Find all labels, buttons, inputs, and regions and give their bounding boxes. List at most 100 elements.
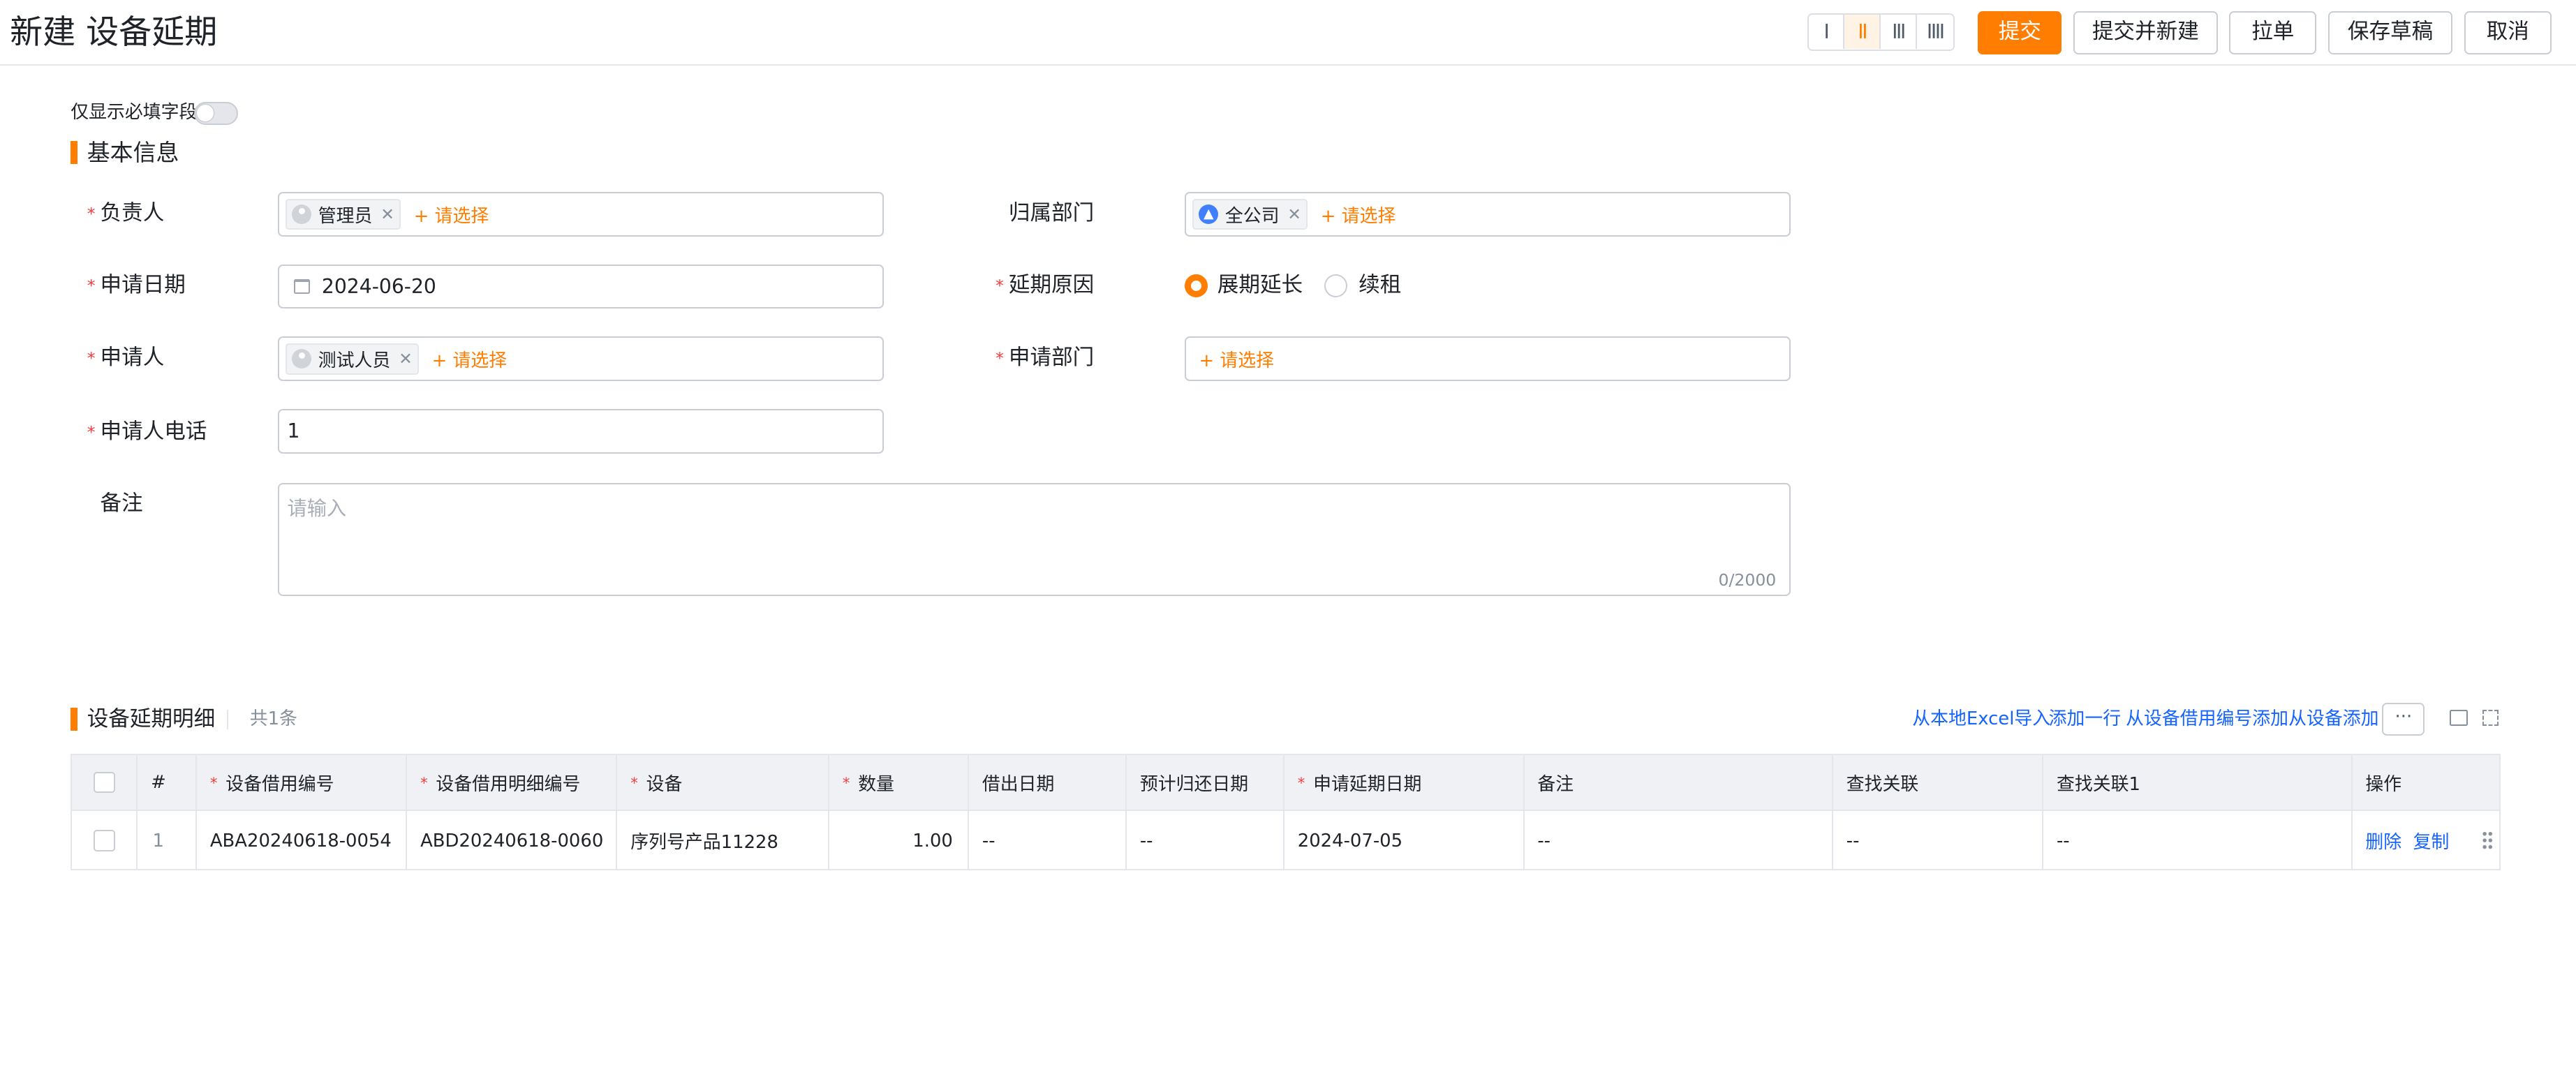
avatar-icon — [292, 349, 312, 369]
avatar-icon — [292, 204, 312, 225]
layout-2-column[interactable]: II — [1844, 14, 1881, 50]
col-detail-no: * 设备借用明细编号 — [407, 755, 618, 810]
toggle-knob — [197, 105, 214, 121]
row-select-cell — [72, 811, 138, 870]
required-mark: * — [87, 276, 96, 296]
col-lookup: 查找关联 — [1833, 755, 2044, 810]
apply-dept-add-link[interactable]: + 请选择 — [1199, 346, 1275, 372]
owner-tag-text: 管理员 — [318, 205, 373, 227]
close-icon[interactable]: ✕ — [399, 349, 413, 369]
remark-textarea[interactable]: 请输入 0/2000 — [277, 482, 1791, 597]
layout-3-column[interactable]: III — [1881, 14, 1917, 50]
owner-label: 负责人 — [100, 200, 165, 225]
col-borrow-no: * 设备借用编号 — [197, 755, 408, 810]
remark-placeholder: 请输入 — [287, 496, 347, 520]
applicant-field[interactable]: 测试人员 ✕ + 请选择 — [277, 336, 884, 381]
col-lookup1: 查找关联1 — [2043, 755, 2353, 810]
row-device[interactable]: 序列号产品11228 — [617, 811, 830, 870]
dept-label: 归属部门 — [1008, 200, 1095, 225]
layout-1-column[interactable]: I — [1809, 14, 1845, 50]
col-actions: 操作 — [2365, 773, 2402, 795]
detail-table: # * 设备借用编号 * 设备借用明细编号 * 设备 * 数量 借出日期 预计归还日期 … — [71, 754, 2501, 871]
remark-label: 备注 — [100, 491, 143, 516]
fullscreen-icon[interactable] — [2482, 709, 2499, 727]
reason-option-renew[interactable]: 续租 — [1359, 271, 1401, 300]
col-index: # — [138, 755, 198, 810]
section-accent-bar — [71, 141, 77, 165]
divider — [226, 709, 229, 729]
reason-label: 延期原因 — [1008, 273, 1095, 298]
dept-add-link[interactable]: + 请选择 — [1321, 202, 1396, 228]
apply-date-label: 申请日期 — [100, 273, 186, 298]
layout-4-column[interactable]: IIII — [1917, 15, 1953, 49]
applicant-label: 申请人 — [100, 345, 165, 370]
close-icon[interactable]: ✕ — [380, 204, 394, 224]
delete-row-link[interactable]: 删除 — [2365, 828, 2401, 854]
phone-field[interactable]: 1 — [277, 408, 884, 454]
owner-add-link[interactable]: + 请选择 — [414, 202, 489, 228]
page-title: 新建 设备延期 — [10, 13, 218, 52]
copy-row-link[interactable]: 复制 — [2413, 828, 2450, 854]
row-lookup1: -- — [2043, 811, 2353, 870]
applicant-tag-text: 测试人员 — [318, 350, 391, 371]
col-qty: * 数量 — [829, 755, 970, 810]
required-mark: * — [87, 348, 96, 368]
import-excel-link[interactable]: 从本地Excel导入 — [1912, 708, 2050, 731]
row-extend-date[interactable]: 2024-07-05 — [1285, 811, 1525, 870]
reason-radio-extend[interactable] — [1184, 274, 1208, 297]
row-out-date: -- — [969, 811, 1127, 870]
col-remark: 备注 — [1525, 755, 1833, 810]
phone-value: 1 — [287, 419, 300, 443]
row-return-date: -- — [1127, 811, 1285, 870]
required-mark: * — [995, 276, 1004, 296]
row-checkbox[interactable] — [93, 830, 115, 851]
submit-and-new-button[interactable]: 提交并新建 — [2073, 11, 2218, 54]
add-from-device-link[interactable]: 从设备添加 — [2288, 708, 2378, 731]
drag-handle-icon[interactable] — [2482, 831, 2494, 851]
phone-label: 申请人电话 — [100, 419, 207, 444]
row-borrow-no[interactable]: ABA20240618-0054 — [197, 811, 408, 870]
apply-date-value: 2024-06-20 — [321, 275, 436, 299]
required-only-toggle[interactable] — [193, 101, 239, 125]
more-actions-button[interactable]: ··· — [2382, 703, 2425, 736]
reason-radio-renew[interactable] — [1324, 274, 1347, 297]
close-icon[interactable]: ✕ — [1287, 204, 1301, 224]
required-mark: * — [87, 422, 96, 442]
page-header: 新建 设备延期 I II III IIII 提交 提交并新建 拉单 保存草稿 取… — [0, 0, 2576, 66]
required-mark: * — [87, 203, 96, 223]
add-row-link[interactable]: 添加一行 — [2049, 708, 2122, 731]
apply-dept-label: 申请部门 — [1008, 345, 1095, 370]
applicant-add-link[interactable]: + 请选择 — [432, 346, 508, 372]
calendar-icon — [293, 279, 311, 295]
dept-field[interactable]: ▲ 全公司 ✕ + 请选择 — [1184, 192, 1791, 237]
reason-option-extend[interactable]: 展期延长 — [1217, 271, 1303, 300]
row-actions: 删除 复制 — [2353, 811, 2499, 870]
table-header: # * 设备借用编号 * 设备借用明细编号 * 设备 * 数量 借出日期 预计归还日期 … — [72, 755, 2499, 812]
section-title-basic: 基本信息 — [87, 138, 179, 166]
apply-date-field[interactable]: 2024-06-20 — [277, 264, 884, 309]
row-remark[interactable]: -- — [1525, 811, 1833, 870]
select-all-checkbox[interactable] — [93, 771, 115, 794]
dept-tag: ▲ 全公司 ✕ — [1192, 198, 1308, 230]
row-index: 1 — [138, 811, 198, 870]
col-out-date: 借出日期 — [969, 755, 1127, 810]
column-settings-icon[interactable] — [2449, 709, 2468, 727]
section-title-detail: 设备延期明细 — [87, 706, 216, 731]
dept-tag-text: 全公司 — [1224, 205, 1280, 227]
pull-order-button[interactable]: 拉单 — [2229, 11, 2317, 54]
add-from-borrow-no-link[interactable]: 从设备借用编号添加 — [2126, 708, 2288, 731]
col-return-date: 预计归还日期 — [1127, 755, 1285, 810]
header-select-cell — [72, 755, 138, 810]
owner-tag: 管理员 ✕ — [286, 198, 401, 230]
submit-button[interactable]: 提交 — [1978, 11, 2062, 54]
cancel-button[interactable]: 取消 — [2464, 11, 2552, 54]
col-device: * 设备 — [617, 755, 830, 810]
row-lookup: -- — [1833, 811, 2044, 870]
table-row: 1 ABA20240618-0054 ABD20240618-0060 序列号产… — [72, 811, 2499, 870]
owner-field[interactable]: 管理员 ✕ + 请选择 — [277, 192, 884, 237]
required-mark: * — [995, 348, 1004, 368]
row-qty[interactable]: 1.00 — [829, 811, 970, 870]
row-detail-no[interactable]: ABD20240618-0060 — [407, 811, 618, 870]
save-draft-button[interactable]: 保存草稿 — [2327, 11, 2453, 54]
apply-dept-field[interactable]: + 请选择 — [1184, 336, 1791, 381]
